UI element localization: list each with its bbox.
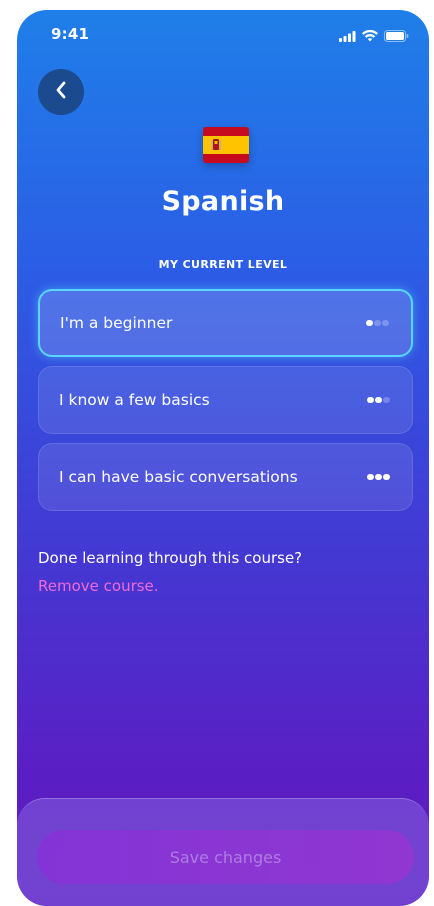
bottom-action-panel: Save changes — [17, 798, 429, 906]
level-dot — [374, 320, 381, 326]
app-screen: 9:41 Spanish MY CURRENT LEVEL I'm a begi… — [17, 10, 429, 906]
page-title: Spanish — [161, 186, 285, 217]
save-changes-button[interactable]: Save changes — [37, 830, 414, 884]
done-learning-question: Done learning through this course? — [38, 549, 303, 567]
level-option-conversations[interactable]: I can have basic conversations — [38, 443, 413, 511]
level-dot — [367, 474, 374, 480]
level-option-basics[interactable]: I know a few basics — [38, 366, 413, 434]
level-dot — [375, 474, 382, 480]
level-section-heading: MY CURRENT LEVEL — [158, 258, 288, 271]
level-dot — [383, 474, 390, 480]
level-dot — [375, 397, 382, 403]
spain-flag-icon — [203, 127, 249, 163]
back-button[interactable] — [38, 69, 84, 115]
level-option-beginner[interactable]: I'm a beginner — [38, 289, 413, 357]
level-dot — [383, 397, 390, 403]
level-dot — [382, 320, 389, 326]
status-bar: 9:41 — [17, 10, 429, 54]
level-indicator — [366, 320, 389, 326]
chevron-left-icon — [54, 80, 68, 104]
level-dot — [366, 320, 373, 326]
level-option-label: I know a few basics — [59, 391, 210, 409]
level-dot — [367, 397, 374, 403]
level-indicator — [367, 397, 390, 403]
level-option-label: I can have basic conversations — [59, 468, 298, 486]
battery-icon — [384, 27, 409, 46]
status-icons — [339, 27, 409, 46]
level-indicator — [367, 474, 390, 480]
level-option-label: I'm a beginner — [60, 314, 173, 332]
wifi-icon — [362, 27, 378, 46]
remove-course-link[interactable]: Remove course. — [38, 579, 159, 594]
status-time: 9:41 — [51, 25, 90, 43]
cellular-signal-icon — [339, 27, 356, 46]
